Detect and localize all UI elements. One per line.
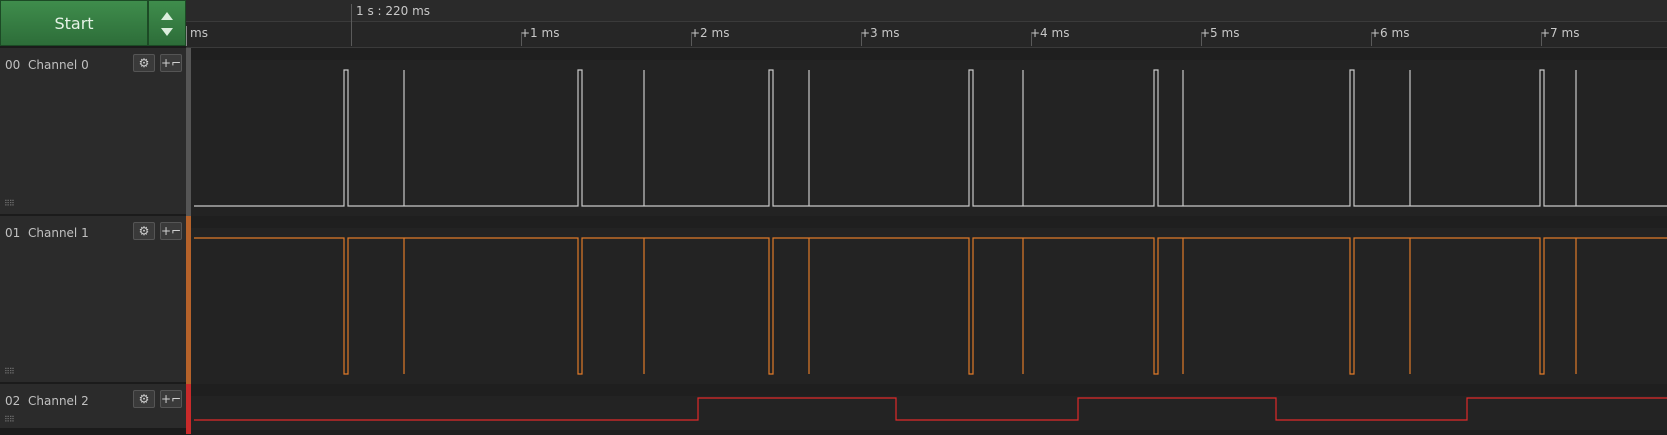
channel-0-add-analyzer-button[interactable]: +⌐	[160, 54, 182, 72]
ruler-tick-label: +4 ms	[1030, 26, 1070, 40]
channel-1-add-analyzer-button[interactable]: +⌐	[160, 222, 182, 240]
channel-0-settings-button[interactable]: ⚙	[133, 54, 155, 72]
plus-edge-icon: +⌐	[160, 56, 182, 70]
ruler-tick-label: +2 ms	[690, 26, 730, 40]
chevron-down-icon	[161, 28, 173, 36]
channel-number: 01	[5, 226, 21, 240]
grip-icon[interactable]: ⠿⠿	[4, 367, 15, 376]
plus-edge-icon: +⌐	[160, 392, 182, 406]
channel-number: 00	[5, 58, 21, 72]
channel-2-panel[interactable]: 02 Channel 2 ⚙ +⌐ ⠿⠿	[0, 384, 186, 430]
channel-1-panel[interactable]: 01 Channel 1 ⚙ +⌐ ⠿⠿	[0, 216, 186, 384]
grip-icon[interactable]: ⠿⠿	[4, 199, 15, 208]
plus-edge-icon: +⌐	[160, 224, 182, 238]
channel-2-waveform	[194, 397, 1667, 421]
ruler-tick-label: +6 ms	[1370, 26, 1410, 40]
channel-0-waveform	[194, 69, 1667, 207]
channel-name[interactable]: Channel 1	[28, 226, 89, 240]
channel-2-settings-button[interactable]: ⚙	[133, 390, 155, 408]
start-options-button[interactable]	[148, 0, 186, 46]
gear-icon: ⚙	[138, 56, 150, 70]
waveform-plot[interactable]	[186, 48, 1667, 435]
channel-0-panel[interactable]: 00 Channel 0 ⚙ +⌐ ⠿⠿	[0, 48, 186, 216]
time-ruler-header: 1 s : 220 ms	[186, 0, 1667, 22]
channel-2-add-analyzer-button[interactable]: +⌐	[160, 390, 182, 408]
cursor-time-label: 1 s : 220 ms	[356, 4, 431, 18]
channel-number: 02	[5, 394, 21, 408]
ruler-tick-label: +7 ms	[1540, 26, 1580, 40]
chevron-up-icon	[161, 12, 173, 20]
ruler-tick-label: +3 ms	[860, 26, 900, 40]
ruler-tick-label: +5 ms	[1200, 26, 1240, 40]
waveforms	[194, 69, 1667, 421]
start-button[interactable]: Start	[0, 0, 148, 46]
channel-name[interactable]: Channel 2	[28, 394, 89, 408]
gear-icon: ⚙	[138, 224, 150, 238]
channel-1-settings-button[interactable]: ⚙	[133, 222, 155, 240]
ruler-tick-label: +1 ms	[520, 26, 560, 40]
channel-1-waveform	[194, 237, 1667, 375]
gear-icon: ⚙	[138, 392, 150, 406]
ruler-origin-label: ms	[190, 26, 208, 40]
grip-icon[interactable]: ⠿⠿	[4, 415, 15, 424]
channel-name[interactable]: Channel 0	[28, 58, 89, 72]
time-ruler[interactable]: ms +1 ms +2 ms +3 ms +4 ms +5 ms +6 ms +…	[186, 22, 1667, 48]
start-label: Start	[54, 13, 94, 33]
